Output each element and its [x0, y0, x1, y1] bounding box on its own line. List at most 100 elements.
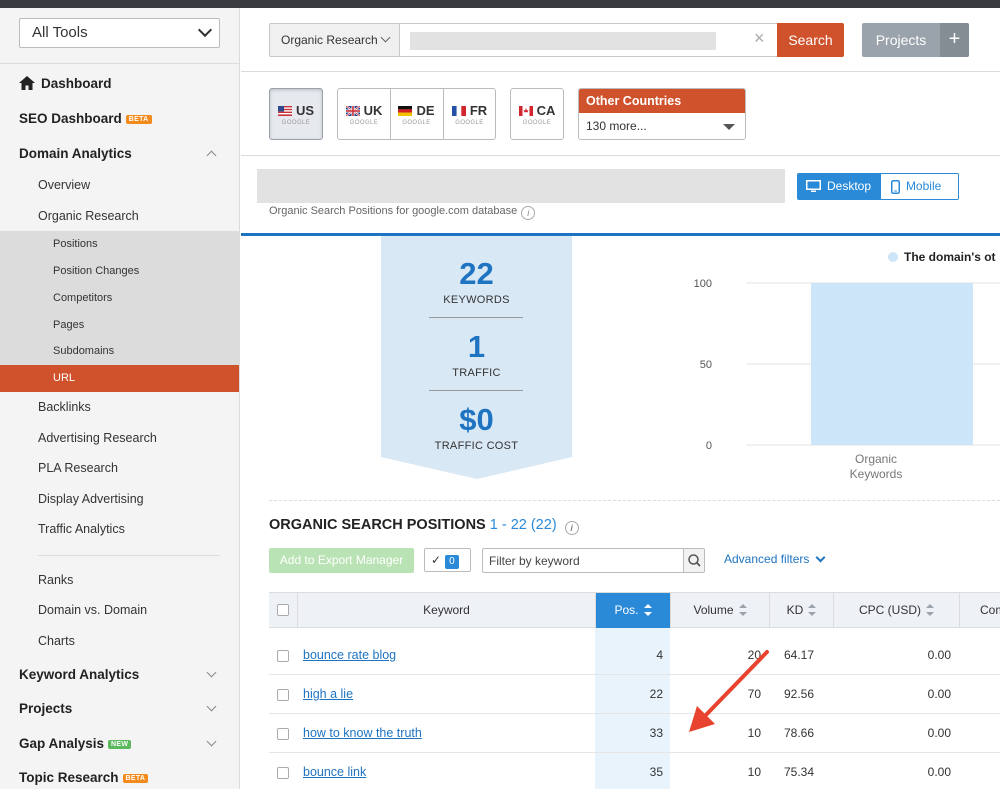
sidebar-item-pla-research[interactable]: PLA Research [38, 461, 118, 475]
other-countries-select[interactable]: Other Countries 130 more... [578, 88, 746, 140]
sidebar-item-domain-vs-domain[interactable]: Domain vs. Domain [38, 603, 147, 617]
selected-toggle[interactable]: ✓ 0 [424, 548, 471, 572]
column-pos[interactable]: Pos. [595, 593, 670, 628]
sidebar-item-projects[interactable]: Projects [19, 701, 72, 716]
sidebar-item-backlinks[interactable]: Backlinks [38, 400, 91, 414]
sidebar-item-url-active[interactable] [0, 365, 239, 392]
sidebar-item-seo-dashboard[interactable]: SEO Dashboard BETA [19, 111, 152, 126]
table-row: bounce link 35 10 75.34 0.00 [269, 753, 1000, 789]
cpc-cell: 0.00 [927, 726, 951, 740]
y-tick-label: 0 [706, 440, 712, 452]
keyword-link[interactable]: bounce rate blog [303, 648, 396, 662]
sidebar-item-gap-analysis[interactable]: Gap Analysis NEW [19, 736, 132, 751]
column-volume[interactable]: Volume [670, 593, 769, 628]
sidebar-item-charts[interactable]: Charts [38, 634, 75, 648]
sidebar-item-dashboard[interactable]: Dashboard [19, 76, 112, 91]
chevron-down-icon[interactable] [206, 736, 217, 747]
keyword-link[interactable]: high a lie [303, 687, 353, 701]
advanced-filters-toggle[interactable]: Advanced filters [724, 552, 826, 566]
keywords-stat[interactable]: 22 KEYWORDS [381, 256, 572, 306]
column-label: Com [980, 603, 1000, 617]
engine-label: GOOGLE [402, 120, 431, 126]
sidebar-item-traffic-analytics[interactable]: Traffic Analytics [38, 522, 125, 536]
keywords-label: KEYWORDS [443, 294, 510, 306]
search-button[interactable] [683, 549, 704, 572]
sidebar-item-url[interactable]: URL [53, 372, 75, 384]
filter-keyword-input[interactable]: Filter by keyword [482, 548, 705, 573]
sidebar-item-position-changes[interactable]: Position Changes [53, 265, 139, 277]
desktop-toggle[interactable]: Desktop [798, 174, 881, 199]
search-button[interactable]: Search [777, 23, 844, 57]
keyword-link[interactable]: how to know the truth [303, 726, 422, 740]
row-checkbox[interactable] [277, 728, 289, 740]
country-code: DE [416, 103, 435, 118]
pos-cell: 33 [649, 726, 663, 740]
all-tools-select[interactable]: All Tools [19, 18, 220, 48]
sidebar-item-keyword-analytics[interactable]: Keyword Analytics [19, 667, 139, 682]
traffic-stat[interactable]: 1 TRAFFIC [381, 329, 572, 379]
table-header: Keyword Pos. Volume KD CPC (USD) Com [269, 592, 1000, 628]
sidebar-item-positions[interactable]: Positions [53, 238, 98, 250]
country-group: UK GOOGLE DE GOOGLE FR GOOGLE [337, 88, 496, 140]
sidebar-item-label: SEO Dashboard [19, 111, 122, 126]
section-divider [241, 233, 1000, 236]
column-com[interactable]: Com [959, 593, 1000, 628]
chevron-down-icon[interactable] [206, 667, 217, 678]
search-input[interactable] [410, 32, 716, 50]
chevron-up-icon[interactable] [206, 150, 217, 161]
divider [429, 390, 523, 391]
mobile-toggle[interactable]: Mobile [880, 174, 958, 199]
column-kd[interactable]: KD [769, 593, 833, 628]
column-keyword[interactable]: Keyword [297, 593, 595, 628]
add-to-export-manager-button[interactable]: Add to Export Manager [269, 548, 414, 573]
x-category-label: Keywords [850, 467, 903, 481]
chevron-down-icon [815, 552, 826, 562]
info-icon[interactable]: i [521, 206, 536, 220]
keywords-chart: The domain's ot 100 50 0 OrganicKeywords [694, 250, 1000, 481]
sidebar-item-organic-research[interactable]: Organic Research [38, 209, 139, 223]
y-tick-label: 50 [700, 359, 712, 371]
sidebar-item-pages[interactable]: Pages [53, 319, 84, 331]
sidebar-item-competitors[interactable]: Competitors [53, 292, 112, 304]
sidebar-item-advertising-research[interactable]: Advertising Research [38, 431, 157, 445]
report-title-redacted [257, 169, 785, 203]
select-all-checkbox[interactable] [277, 604, 289, 616]
report-type-select[interactable]: Organic Research [270, 24, 400, 56]
sidebar-item-ranks[interactable]: Ranks [38, 573, 73, 587]
row-checkbox[interactable] [277, 767, 289, 779]
sidebar-item-label: Gap Analysis [19, 736, 105, 751]
country-code: CA [536, 103, 556, 118]
kd-cell: 75.34 [783, 765, 814, 779]
cpc-cell: 0.00 [927, 687, 951, 701]
projects-button[interactable]: Projects [862, 23, 940, 57]
legend-label[interactable]: The domain's ot [904, 250, 996, 264]
annotation-arrow-icon [689, 650, 769, 732]
info-icon[interactable]: i [564, 521, 579, 535]
country-de-button[interactable]: DE GOOGLE [390, 89, 442, 139]
column-label: CPC (USD) [859, 603, 921, 617]
add-project-button[interactable]: + [940, 23, 969, 57]
uk-flag-icon [345, 105, 360, 116]
sidebar-item-topic-research[interactable]: Topic Research BETA [19, 770, 149, 785]
traffic-label: TRAFFIC [452, 367, 501, 379]
country-us-button[interactable]: US GOOGLE [269, 88, 323, 140]
keyword-link[interactable]: bounce link [303, 765, 366, 779]
advanced-filters-label: Advanced filters [724, 552, 810, 566]
sidebar-item-domain-analytics[interactable]: Domain Analytics [19, 146, 132, 161]
clear-icon[interactable]: × [754, 28, 765, 49]
country-fr-button[interactable]: FR GOOGLE [443, 89, 495, 139]
sidebar-item-overview[interactable]: Overview [38, 178, 90, 192]
row-checkbox[interactable] [277, 689, 289, 701]
sort-icon [808, 604, 817, 616]
chevron-down-icon[interactable] [206, 701, 217, 712]
sidebar-item-display-advertising[interactable]: Display Advertising [38, 492, 144, 506]
column-cpc[interactable]: CPC (USD) [833, 593, 959, 628]
country-ca-button[interactable]: CA GOOGLE [510, 88, 564, 140]
bar[interactable] [811, 283, 973, 445]
summary-panel-pointer [381, 457, 572, 479]
sidebar-item-subdomains[interactable]: Subdomains [53, 345, 114, 357]
positions-title: ORGANIC SEARCH POSITIONS 1 - 22 (22) i [269, 517, 579, 535]
row-checkbox[interactable] [277, 650, 289, 662]
traffic-cost-stat[interactable]: $0 TRAFFIC COST [381, 402, 572, 452]
country-uk-button[interactable]: UK GOOGLE [338, 89, 390, 139]
